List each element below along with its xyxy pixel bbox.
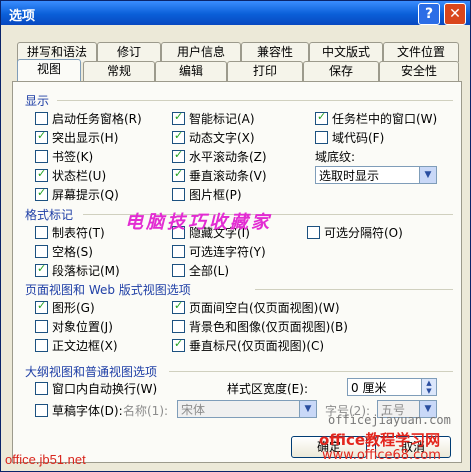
wrap-to-window-checkbox[interactable]: 窗口内自动换行(W)	[35, 380, 157, 396]
paragraph-marks-checkbox[interactable]: 段落标记(M)	[35, 262, 120, 278]
spaces-checkbox[interactable]: 空格(S)	[35, 243, 93, 259]
checkbox[interactable]	[172, 167, 185, 182]
checkbox[interactable]	[35, 262, 48, 277]
checkbox[interactable]	[35, 167, 48, 182]
checkbox[interactable]	[172, 320, 185, 333]
tab-asian-typography[interactable]: 中文版式	[309, 42, 383, 62]
screen-tips-checkbox[interactable]: 屏幕提示(Q)	[35, 186, 119, 202]
highlight-checkbox[interactable]: 突出显示(H)	[35, 129, 118, 145]
close-button[interactable]: ✕	[444, 3, 466, 25]
chevron-down-icon[interactable]: ▼	[299, 401, 316, 417]
checkbox[interactable]	[172, 337, 185, 352]
options-dialog: 选项 ? ✕ 拼写和语法 修订 用户信息 兼容性 中文版式 文件位置 视图 常规…	[0, 0, 471, 472]
tab-file-locations[interactable]: 文件位置	[383, 42, 459, 62]
checkbox[interactable]	[315, 131, 328, 144]
watermark-text: 电脑技巧收藏家	[125, 212, 272, 233]
background-colors-images-checkbox[interactable]: 背景色和图像(仅页面视图)(B)	[172, 318, 348, 334]
checkbox[interactable]	[35, 129, 48, 144]
windows-in-taskbar-checkbox[interactable]: 任务栏中的窗口(W)	[315, 110, 437, 126]
format-marks-section-title: 格式标记	[25, 208, 74, 222]
tab-view[interactable]: 视图	[17, 59, 81, 82]
checkbox[interactable]	[172, 188, 185, 201]
object-anchors-checkbox[interactable]: 对象位置(J)	[35, 318, 113, 334]
dialog-title: 选项	[9, 9, 36, 24]
tab-user-info[interactable]: 用户信息	[161, 42, 241, 62]
animated-text-checkbox[interactable]: 动态文字(X)	[172, 129, 255, 145]
tab-edit[interactable]: 编辑	[155, 61, 227, 81]
horizontal-scrollbar-checkbox[interactable]: 水平滚动条(Z)	[172, 148, 267, 164]
tab-general[interactable]: 常规	[83, 61, 155, 81]
help-button[interactable]: ?	[418, 3, 440, 25]
white-space-between-pages-checkbox[interactable]: 页面间空白(仅页面视图)(W)	[172, 299, 340, 315]
checkbox[interactable]	[172, 110, 185, 125]
field-shading-value: 选取时显示	[319, 169, 380, 183]
title-bar: 选项 ? ✕	[1, 1, 470, 25]
checkbox[interactable]	[172, 148, 185, 163]
tab-print[interactable]: 打印	[227, 61, 303, 81]
field-codes-checkbox[interactable]: 域代码(F)	[315, 129, 384, 145]
display-section-title: 显示	[25, 94, 50, 108]
checkbox[interactable]	[35, 186, 48, 201]
watermark-site: office.jb51.net	[5, 452, 86, 467]
style-area-width-value: 0 厘米	[351, 381, 387, 395]
watermark-site: www.office68.com	[322, 448, 441, 463]
divider	[169, 371, 453, 372]
spinner-icon[interactable]: ▲ ▼	[421, 379, 436, 395]
vertical-ruler-checkbox[interactable]: 垂直标尺(仅页面视图)(C)	[172, 337, 324, 353]
text-boundaries-checkbox[interactable]: 正文边框(X)	[35, 337, 118, 353]
page-web-section-title: 页面视图和 Web 版式视图选项	[25, 283, 191, 297]
checkbox[interactable]	[35, 150, 48, 163]
checkbox[interactable]	[172, 129, 185, 144]
smart-tags-checkbox[interactable]: 智能标记(A)	[172, 110, 255, 126]
tab-save[interactable]: 保存	[303, 61, 379, 81]
style-area-width-input[interactable]: 0 厘米 ▲ ▼	[347, 378, 437, 396]
checkbox[interactable]	[35, 320, 48, 333]
optional-breaks-checkbox[interactable]: 可选分隔符(O)	[307, 224, 403, 240]
checkbox[interactable]	[172, 264, 185, 277]
checkbox[interactable]	[35, 299, 48, 314]
checkbox[interactable]	[35, 112, 48, 125]
vertical-scrollbar-checkbox[interactable]: 垂直滚动条(V)	[172, 167, 267, 183]
startup-task-pane-checkbox[interactable]: 启动任务窗格(R)	[35, 110, 142, 126]
divider	[255, 289, 453, 290]
checkbox[interactable]	[307, 226, 320, 239]
field-shading-label: 域底纹:	[315, 150, 356, 164]
font-name-label: 名称(1):	[123, 404, 169, 418]
font-name-value: 宋体	[181, 403, 206, 417]
field-shading-select[interactable]: 选取时显示 ▼	[315, 166, 437, 184]
picture-placeholders-checkbox[interactable]: 图片框(P)	[172, 186, 242, 202]
checkbox[interactable]	[35, 226, 48, 239]
draft-font-checkbox[interactable]: 草稿字体(D):	[35, 402, 123, 418]
chevron-down-icon[interactable]: ▼	[419, 167, 436, 183]
outline-section-title: 大纲视图和普通视图选项	[25, 365, 158, 379]
all-marks-checkbox[interactable]: 全部(L)	[172, 262, 229, 278]
checkbox[interactable]	[172, 299, 185, 314]
checkbox[interactable]	[35, 382, 48, 395]
drawings-checkbox[interactable]: 图形(G)	[35, 299, 95, 315]
view-tab-panel: 显示 启动任务窗格(R) 突出显示(H) 书签(K) 状态栏(U) 屏幕提示(Q…	[12, 81, 462, 463]
watermark-site: office教程学习网	[319, 431, 441, 449]
bookmarks-checkbox[interactable]: 书签(K)	[35, 148, 93, 164]
checkbox[interactable]	[172, 245, 185, 258]
font-name-select[interactable]: 宋体 ▼	[177, 400, 317, 418]
checkbox[interactable]	[315, 110, 328, 125]
tab-characters-checkbox[interactable]: 制表符(T)	[35, 224, 105, 240]
checkbox[interactable]	[35, 339, 48, 352]
checkbox[interactable]	[35, 245, 48, 258]
watermark-site: officejiayuan.com	[328, 413, 451, 427]
tab-compatibility[interactable]: 兼容性	[241, 42, 309, 62]
tab-security[interactable]: 安全性	[379, 61, 459, 81]
style-area-width-label: 样式区宽度(E):	[227, 382, 308, 396]
optional-hyphens-checkbox[interactable]: 可选连字符(Y)	[172, 243, 266, 259]
divider	[57, 100, 453, 101]
tab-track-changes[interactable]: 修订	[97, 42, 161, 62]
status-bar-checkbox[interactable]: 状态栏(U)	[35, 167, 106, 183]
checkbox[interactable]	[35, 404, 48, 417]
